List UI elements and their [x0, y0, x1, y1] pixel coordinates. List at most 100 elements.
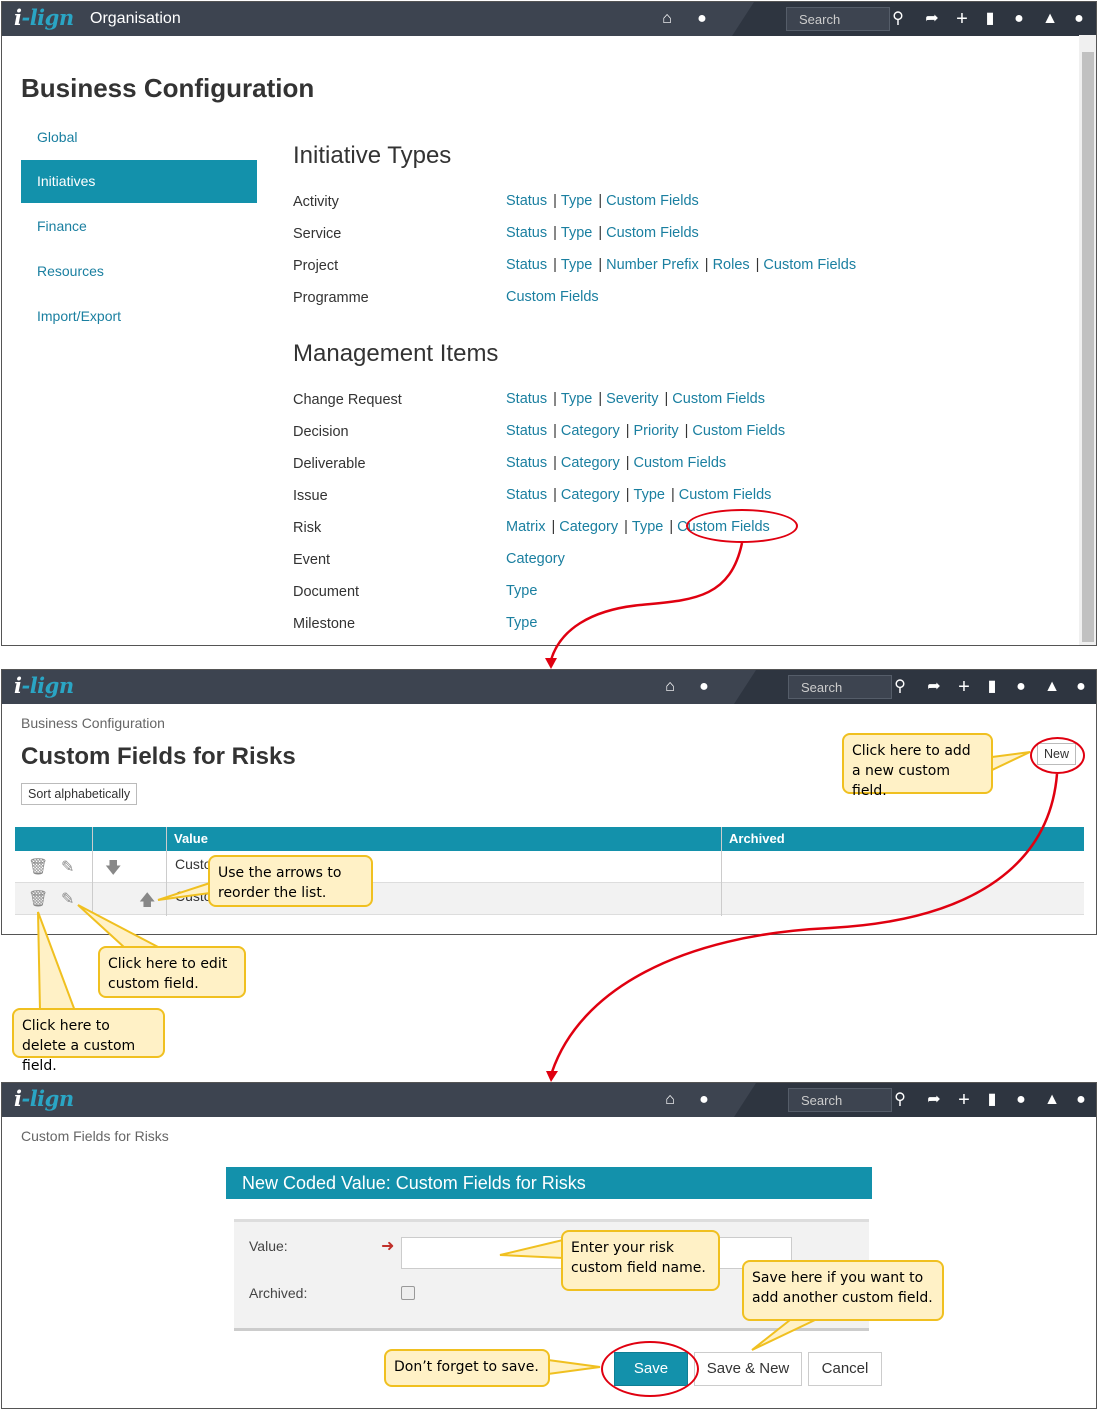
- config-link[interactable]: Category: [506, 551, 565, 567]
- config-link[interactable]: Custom Fields: [606, 193, 699, 209]
- config-link[interactable]: Status: [506, 257, 547, 273]
- arrow-down-icon[interactable]: 🡇: [105, 857, 121, 884]
- search-icon[interactable]: ⚲: [888, 9, 908, 29]
- separator: |: [669, 519, 674, 535]
- nav-finance[interactable]: Finance: [37, 218, 87, 234]
- pencil-icon[interactable]: ✎: [61, 889, 74, 909]
- bookmark-icon[interactable]: ▮: [982, 677, 1002, 697]
- search-icon[interactable]: ⚲: [890, 677, 910, 697]
- config-link[interactable]: Status: [506, 487, 547, 503]
- nav-initiatives[interactable]: Initiatives: [21, 160, 257, 203]
- sort-alphabetically-button[interactable]: Sort alphabetically: [21, 783, 138, 805]
- config-link[interactable]: Status: [506, 391, 547, 407]
- search-input[interactable]: Search: [788, 1088, 892, 1112]
- plus-icon[interactable]: +: [952, 9, 972, 29]
- share-icon[interactable]: ➦: [924, 1090, 944, 1110]
- nav-global[interactable]: Global: [37, 129, 77, 145]
- chat-icon[interactable]: ●: [1009, 9, 1029, 29]
- config-link[interactable]: Custom Fields: [692, 423, 785, 439]
- bell-icon[interactable]: ▲: [1040, 9, 1060, 29]
- config-link[interactable]: Custom Fields: [672, 391, 765, 407]
- config-link[interactable]: Matrix: [506, 519, 545, 535]
- breadcrumb[interactable]: Custom Fields for Risks: [21, 1128, 169, 1144]
- share-icon[interactable]: ➦: [924, 677, 944, 697]
- config-link[interactable]: Custom Fields: [763, 257, 856, 273]
- config-link[interactable]: Type: [506, 615, 537, 631]
- ilign-logo[interactable]: i-lign: [14, 5, 74, 30]
- globe-icon[interactable]: ●: [694, 677, 714, 697]
- separator: |: [553, 423, 557, 439]
- ilign-logo[interactable]: i-lign: [14, 673, 74, 698]
- config-link[interactable]: Type: [634, 487, 665, 503]
- ilign-logo[interactable]: i-lign: [14, 1086, 74, 1111]
- table-row[interactable]: 🗑 ✎ 🡅 Custo: [15, 883, 1084, 915]
- trash-icon[interactable]: 🗑: [28, 889, 48, 909]
- bookmark-icon[interactable]: ▮: [980, 9, 1000, 29]
- config-link[interactable]: Custom Fields: [634, 455, 727, 471]
- bookmark-icon[interactable]: ▮: [982, 1090, 1002, 1110]
- plus-icon[interactable]: +: [954, 1090, 974, 1110]
- chat-icon[interactable]: ●: [1011, 677, 1031, 697]
- config-link[interactable]: Status: [506, 423, 547, 439]
- config-link[interactable]: Number Prefix: [606, 257, 699, 273]
- callout-enter-name: Enter your risk custom field name.: [561, 1230, 720, 1291]
- search-input[interactable]: Search: [788, 675, 892, 699]
- pencil-icon[interactable]: ✎: [61, 857, 74, 877]
- home-icon[interactable]: ⌂: [660, 677, 680, 697]
- save-and-new-button[interactable]: Save & New: [694, 1352, 802, 1386]
- home-icon[interactable]: ⌂: [660, 1090, 680, 1110]
- search-input[interactable]: Search: [786, 7, 890, 31]
- config-link[interactable]: Type: [632, 519, 663, 535]
- config-link[interactable]: Type: [561, 225, 592, 241]
- highlight-ring: [686, 509, 798, 543]
- breadcrumb[interactable]: Business Configuration: [21, 715, 165, 731]
- page-title: Custom Fields for Risks: [21, 743, 296, 770]
- management-item-links: Status | Category | Type | Custom Fields: [506, 487, 771, 503]
- callout-reorder: Use the arrows to reorder the list.: [208, 855, 373, 907]
- config-link[interactable]: Severity: [606, 391, 658, 407]
- bell-icon[interactable]: ▲: [1042, 1090, 1062, 1110]
- config-link[interactable]: Custom Fields: [606, 225, 699, 241]
- config-link[interactable]: Custom Fields: [679, 487, 772, 503]
- dialog-title: New Coded Value: Custom Fields for Risks: [226, 1167, 872, 1199]
- user-icon[interactable]: ●: [1069, 9, 1089, 29]
- trash-icon[interactable]: 🗑: [28, 857, 48, 877]
- config-link[interactable]: Priority: [634, 423, 679, 439]
- config-link[interactable]: Category: [559, 519, 618, 535]
- config-link[interactable]: Status: [506, 193, 547, 209]
- management-item-links: Status | Category | Custom Fields: [506, 455, 726, 471]
- table-row[interactable]: 🗑 ✎ 🡇 Custo: [15, 851, 1084, 883]
- globe-icon[interactable]: ●: [692, 9, 712, 29]
- bell-icon[interactable]: ▲: [1042, 677, 1062, 697]
- user-icon[interactable]: ●: [1071, 677, 1091, 697]
- config-link[interactable]: Category: [561, 455, 620, 471]
- share-icon[interactable]: ➦: [922, 9, 942, 29]
- arrow-up-icon[interactable]: 🡅: [139, 889, 155, 916]
- config-link[interactable]: Roles: [713, 257, 750, 273]
- config-link[interactable]: Custom Fields: [506, 289, 599, 305]
- cancel-button[interactable]: Cancel: [808, 1352, 882, 1386]
- column-header-value[interactable]: Value: [174, 831, 208, 846]
- config-link[interactable]: Type: [561, 193, 592, 209]
- plus-icon[interactable]: +: [954, 677, 974, 697]
- nav-import-export[interactable]: Import/Export: [37, 308, 121, 324]
- config-link[interactable]: Status: [506, 455, 547, 471]
- config-link[interactable]: Type: [561, 391, 592, 407]
- nav-resources[interactable]: Resources: [37, 263, 104, 279]
- config-link[interactable]: Type: [506, 583, 537, 599]
- config-link[interactable]: Status: [506, 225, 547, 241]
- home-icon[interactable]: ⌂: [657, 9, 677, 29]
- management-item-label: Risk: [293, 520, 322, 536]
- search-icon[interactable]: ⚲: [890, 1090, 910, 1110]
- user-icon[interactable]: ●: [1071, 1090, 1091, 1110]
- config-link[interactable]: Type: [561, 257, 592, 273]
- archived-checkbox[interactable]: [401, 1286, 415, 1300]
- separator: |: [684, 423, 689, 439]
- scrollbar-thumb[interactable]: [1082, 52, 1094, 642]
- chat-icon[interactable]: ●: [1011, 1090, 1031, 1110]
- column-header-archived[interactable]: Archived: [729, 831, 785, 846]
- separator: |: [598, 193, 603, 209]
- globe-icon[interactable]: ●: [694, 1090, 714, 1110]
- config-link[interactable]: Category: [561, 487, 620, 503]
- config-link[interactable]: Category: [561, 423, 620, 439]
